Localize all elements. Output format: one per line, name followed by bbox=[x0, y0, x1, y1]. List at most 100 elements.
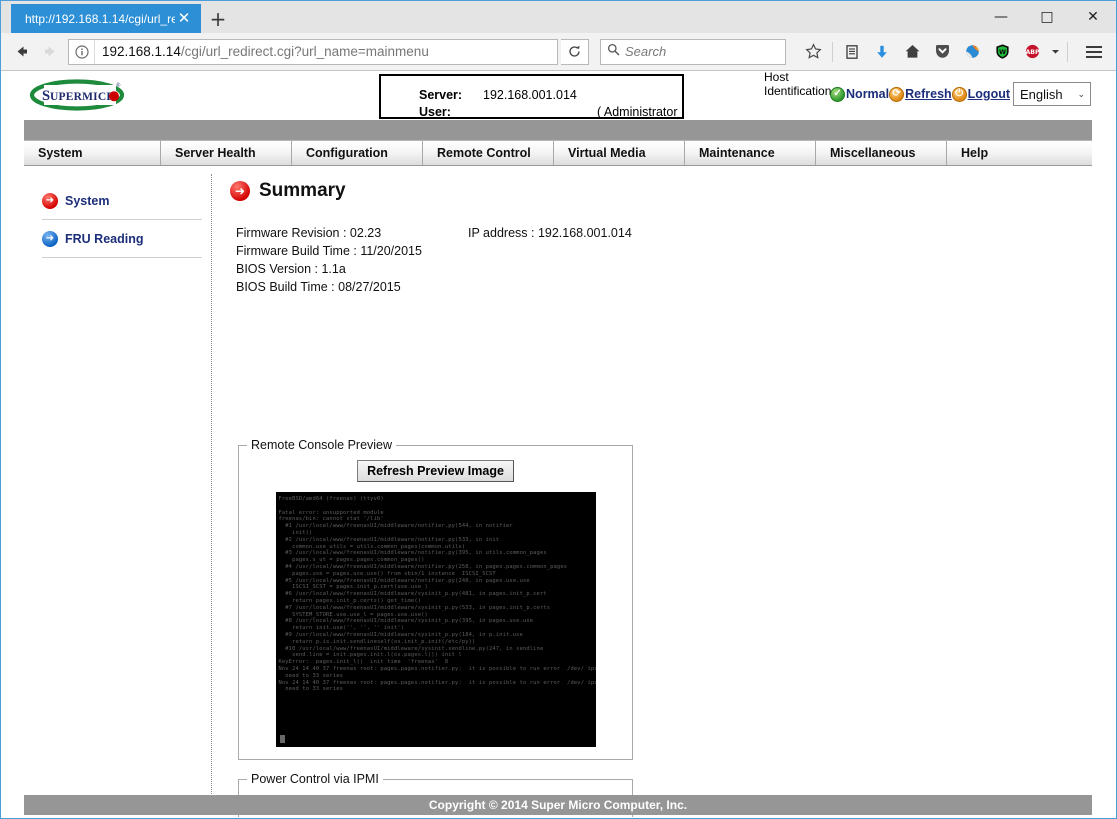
browser-window: http://192.168.1.14/cgi/url_redir ✕ + — … bbox=[0, 0, 1117, 819]
page-footer: Copyright © 2014 Super Micro Computer, I… bbox=[24, 795, 1092, 815]
remote-console-preview-box: Remote Console Preview Refresh Preview I… bbox=[238, 438, 633, 760]
status-logout[interactable]: ⏻ Logout bbox=[951, 86, 1010, 102]
adblock-plus-icon[interactable]: ABP bbox=[1018, 38, 1046, 66]
sidebar: ➜ System ➜ FRU Reading bbox=[2, 174, 212, 794]
console-line: need to 33 series bbox=[278, 672, 344, 679]
header-gray-bar bbox=[24, 120, 1092, 140]
refresh-preview-image-button[interactable]: Refresh Preview Image bbox=[357, 460, 514, 482]
browser-tab-title: http://192.168.1.14/cgi/url_redir bbox=[25, 11, 175, 26]
console-line: #3 /usr/local/www/freenasUI/middleware/n… bbox=[278, 550, 547, 557]
console-line: ISCSI_SCST = pages.init_p.cert(use.use ) bbox=[278, 584, 428, 591]
console-preview-image[interactable]: FreeBSD/amd64 (freenas) (ttyv0) Fatal er… bbox=[275, 492, 596, 747]
console-line: common.use_utils = utils.common_pages(co… bbox=[278, 543, 466, 550]
web-of-trust-icon[interactable]: W bbox=[988, 38, 1016, 66]
back-arrow-icon[interactable] bbox=[8, 39, 34, 65]
nav-tab-virtual-media[interactable]: Virtual Media bbox=[554, 141, 685, 165]
bios-version: BIOS Version : 1.1a bbox=[236, 262, 346, 276]
red-arrow-icon: ➜ bbox=[230, 181, 250, 201]
downloads-icon[interactable] bbox=[868, 38, 896, 66]
bookmark-star-icon[interactable] bbox=[799, 38, 827, 66]
sidebar-item-fru-label: FRU Reading bbox=[65, 231, 144, 246]
plus-icon[interactable]: + bbox=[201, 4, 235, 33]
console-line: freenas/bin: cannot stat '/lib' bbox=[278, 516, 384, 523]
console-line: SYSTEM_STORE.use.use_l = pages.use.use() bbox=[278, 611, 428, 618]
summary-info-left: Firmware Revision : 02.23 Firmware Build… bbox=[236, 224, 422, 296]
console-line: KeyError: pages.init_l() init time 'free… bbox=[278, 659, 449, 666]
svg-text:ABP: ABP bbox=[1025, 49, 1040, 56]
search-input[interactable]: Search bbox=[600, 38, 786, 65]
console-line: init() bbox=[278, 529, 313, 536]
svg-text:W: W bbox=[998, 48, 1005, 56]
console-line: #4 /usr/local/www/freenasUI/middleware/n… bbox=[278, 563, 568, 570]
home-icon[interactable] bbox=[898, 38, 926, 66]
firmware-build-time: Firmware Build Time : 11/20/2015 bbox=[236, 244, 422, 258]
minimize-icon[interactable]: — bbox=[978, 1, 1024, 33]
window-controls: — □ ✕ bbox=[978, 1, 1116, 33]
address-bar[interactable]: 192.168.1.14/cgi/url_redirect.cgi?url_na… bbox=[68, 38, 558, 65]
svg-text:UPERMICR: UPERMICR bbox=[50, 91, 115, 103]
console-line: need to 33 series bbox=[278, 686, 344, 693]
console-line: #9 /usr/local/www/freenasUI/middleware/s… bbox=[278, 631, 523, 638]
summary-info: Firmware Revision : 02.23 Firmware Build… bbox=[230, 224, 1090, 296]
info-circle-icon[interactable] bbox=[69, 39, 95, 64]
bios-build-time: BIOS Build Time : 08/27/2015 bbox=[236, 280, 401, 294]
status-normal: ✓ Normal bbox=[830, 86, 890, 102]
firefox-sync-icon[interactable] bbox=[958, 38, 986, 66]
console-line: #7 /usr/local/www/freenasUI/middleware/s… bbox=[278, 604, 551, 611]
ip-address: IP address : 192.168.001.014 bbox=[468, 226, 632, 240]
chevron-down-icon: ⌄ bbox=[1077, 88, 1085, 99]
console-line: #10 /usr/local/www/freenasUI/middleware/… bbox=[278, 645, 544, 652]
status-refresh-label[interactable]: Refresh bbox=[905, 87, 952, 101]
console-line: return init.use('', '', '' init') bbox=[278, 625, 405, 632]
console-line: #2 /usr/local/www/freenasUI/middleware/n… bbox=[278, 536, 500, 543]
red-arrow-icon: ➜ bbox=[42, 192, 58, 209]
console-line: #5 /usr/local/www/freenasUI/middleware/n… bbox=[278, 577, 530, 584]
search-icon bbox=[607, 43, 620, 61]
reload-icon[interactable] bbox=[561, 38, 589, 65]
svg-text:®: ® bbox=[116, 82, 121, 89]
hamburger-menu-icon[interactable] bbox=[1079, 38, 1109, 66]
orange-logout-icon: ⏻ bbox=[951, 86, 967, 102]
console-line: #6 /usr/local/www/freenasUI/middleware/s… bbox=[278, 591, 547, 598]
browser-navbar: 192.168.1.14/cgi/url_redirect.cgi?url_na… bbox=[1, 33, 1116, 71]
ipmi-page: S UPERMICR ® Host Identification Server:… bbox=[2, 72, 1115, 817]
nav-tab-maintenance[interactable]: Maintenance bbox=[685, 141, 816, 165]
sidebar-item-fru-reading[interactable]: ➜ FRU Reading bbox=[42, 220, 202, 258]
supermicro-logo: S UPERMICR ® bbox=[28, 78, 126, 112]
page-title-text: Summary bbox=[259, 180, 346, 201]
host-server-value: 192.168.001.014 bbox=[483, 88, 577, 102]
status-logout-label[interactable]: Logout bbox=[968, 87, 1010, 101]
sidebar-item-system[interactable]: ➜ System bbox=[42, 182, 202, 220]
browser-tab[interactable]: http://192.168.1.14/cgi/url_redir ✕ bbox=[11, 4, 201, 33]
status-refresh[interactable]: ⟳ Refresh bbox=[889, 86, 952, 102]
chevron-down-icon[interactable] bbox=[1048, 38, 1062, 66]
nav-tab-server-health[interactable]: Server Health bbox=[161, 141, 292, 165]
nav-tab-remote-control[interactable]: Remote Control bbox=[423, 141, 554, 165]
console-cursor bbox=[279, 735, 285, 743]
page-title: ➜ Summary bbox=[230, 180, 1090, 202]
close-icon[interactable]: ✕ bbox=[175, 10, 193, 28]
nav-tab-miscellaneous[interactable]: Miscellaneous bbox=[816, 141, 947, 165]
reader-list-icon[interactable] bbox=[838, 38, 866, 66]
summary-info-right: IP address : 192.168.001.014 bbox=[468, 224, 632, 242]
window-close-icon[interactable]: ✕ bbox=[1070, 1, 1116, 33]
remote-console-preview-legend: Remote Console Preview bbox=[251, 438, 393, 452]
status-normal-label: Normal bbox=[846, 87, 890, 101]
console-line: return p.is.init.sendlineself(os.init_p.… bbox=[278, 638, 476, 645]
language-select[interactable]: English ⌄ bbox=[1013, 82, 1091, 106]
nav-tab-help[interactable]: Help bbox=[947, 141, 1092, 165]
orange-refresh-icon: ⟳ bbox=[889, 86, 905, 102]
url-path: /cgi/url_redirect.cgi?url_name=mainmenu bbox=[180, 44, 429, 59]
pocket-icon[interactable] bbox=[928, 38, 956, 66]
maximize-icon[interactable]: □ bbox=[1024, 1, 1070, 33]
console-line: #1 /usr/local/www/freenasUI/middleware/n… bbox=[278, 523, 513, 530]
nav-tab-configuration[interactable]: Configuration bbox=[292, 141, 423, 165]
url-text[interactable]: 192.168.1.14/cgi/url_redirect.cgi?url_na… bbox=[95, 44, 557, 59]
sidebar-item-system-label: System bbox=[65, 193, 110, 208]
host-identification-box: Host Identification Server: 192.168.001.… bbox=[379, 72, 834, 136]
forward-arrow-icon bbox=[37, 39, 63, 65]
main-nav-tabs: System Server Health Configuration Remote C… bbox=[24, 140, 1092, 166]
svg-text:S: S bbox=[42, 88, 50, 104]
nav-tab-system[interactable]: System bbox=[24, 141, 161, 165]
console-line: FreeBSD/amd64 (freenas) (ttyv0) bbox=[278, 496, 384, 502]
